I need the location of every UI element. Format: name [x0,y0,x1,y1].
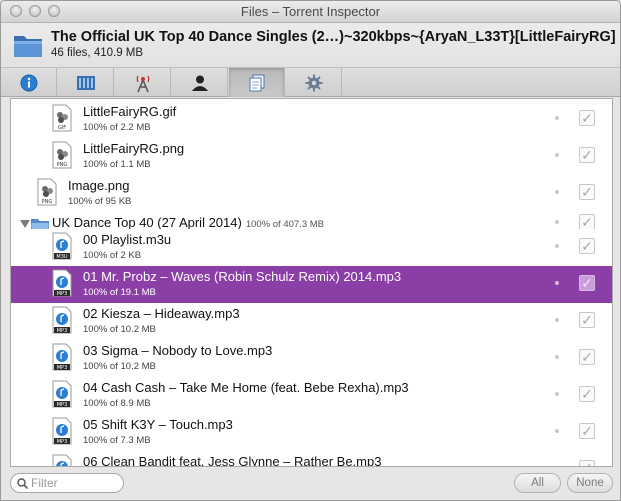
download-checkbox[interactable]: ✓ [579,423,595,439]
svg-text:MP3: MP3 [57,439,68,445]
search-icon [17,477,28,489]
tab-files[interactable] [229,68,285,97]
title-bar[interactable]: Files – Torrent Inspector [1,1,620,23]
file-name: 05 Shift K3Y – Touch.mp3 [83,417,233,432]
peers-icon [191,75,208,91]
torrent-header: The Official UK Top 40 Dance Singles (2…… [1,23,620,67]
priority-indicator[interactable] [555,355,559,359]
png-file-icon: PNG [52,141,72,169]
download-checkbox[interactable]: ✓ [579,184,595,200]
svg-text:PNG: PNG [42,199,53,205]
file-progress: 100% of 7.3 MB [83,435,151,446]
tab-pieces[interactable] [58,68,114,97]
download-checkbox[interactable]: ✓ [579,147,595,163]
download-checkbox[interactable]: ✓ [579,312,595,328]
tab-peers[interactable] [172,68,228,97]
svg-text:PNG: PNG [57,162,68,168]
file-name: 00 Playlist.m3u [83,232,172,247]
list-item[interactable]: MP3 04 Cash Cash – Take Me Home (feat. B… [11,377,612,414]
file-name: LittleFairyRG.png [83,141,185,156]
list-item-selected[interactable]: MP3 01 Mr. Probz – Waves (Robin Schulz R… [11,266,612,303]
select-all-button[interactable]: All [514,473,561,493]
file-progress: 100% of 95 KB [68,196,132,207]
mp3-file-icon: MP3 [52,417,72,445]
priority-indicator[interactable] [555,466,559,467]
mp3-file-icon: MP3 [52,269,72,297]
gear-icon [305,74,322,91]
folder-icon [14,36,42,57]
filter-input[interactable] [31,476,117,490]
file-progress: 100% of 2 KB [83,250,142,261]
file-progress: 100% of 19.1 MB [83,287,156,298]
list-item[interactable]: MP3 05 Shift K3Y – Touch.mp3 100% of 7.3… [11,414,612,451]
download-checkbox[interactable]: ✓ [579,214,595,230]
gif-file-icon: GIF [52,104,72,132]
download-checkbox[interactable]: ✓ [579,386,595,402]
list-item[interactable]: PNG LittleFairyRG.png 100% of 1.1 MB ✓ [11,138,612,175]
tab-info[interactable] [1,68,57,97]
priority-indicator[interactable] [555,153,559,157]
mp3-file-icon: MP3 [52,380,72,408]
playlist-file-icon: M3U [52,232,72,260]
mp3-file-icon: MP3 [52,306,72,334]
torrent-name: The Official UK Top 40 Dance Singles (2…… [51,29,616,45]
file-name: 06 Clean Bandit feat. Jess Glynne – Rath… [83,454,382,467]
png-file-icon: PNG [37,178,57,206]
download-checkbox[interactable]: ✓ [579,460,595,466]
select-none-button[interactable]: None [567,473,613,493]
disclosure-triangle-icon[interactable] [20,220,30,228]
filter-field[interactable] [10,473,124,493]
priority-indicator[interactable] [555,244,559,248]
svg-text:GIF: GIF [58,125,66,131]
priority-indicator[interactable] [555,281,559,285]
priority-indicator[interactable] [555,392,559,396]
file-list[interactable]: GIF LittleFairyRG.gif 100% of 2.2 MB ✓ P… [10,98,613,467]
list-item[interactable]: GIF LittleFairyRG.gif 100% of 2.2 MB ✓ [11,101,612,138]
list-item[interactable]: MP3 06 Clean Bandit feat. Jess Glynne – … [11,451,612,467]
inspector-tabs [1,67,620,97]
priority-indicator[interactable] [555,318,559,322]
file-progress: 100% of 8.9 MB [83,398,151,409]
folder-name: UK Dance Top 40 (27 April 2014) 100% of 4… [52,215,324,230]
priority-indicator[interactable] [555,429,559,433]
file-progress: 100% of 1.1 MB [83,159,151,170]
trackers-icon [136,75,149,92]
window-title: Files – Torrent Inspector [240,4,381,19]
pieces-icon [76,75,95,90]
download-checkbox[interactable]: ✓ [579,349,595,365]
svg-text:MP3: MP3 [57,291,68,297]
file-name: 01 Mr. Probz – Waves (Robin Schulz Remix… [83,269,402,284]
file-name: 02 Kiesza – Hideaway.mp3 [83,306,240,321]
tab-options[interactable] [286,68,342,97]
mp3-file-icon: MP3 [52,454,72,466]
file-name: LittleFairyRG.gif [83,104,177,119]
svg-text:MP3: MP3 [57,328,68,334]
svg-text:MP3: MP3 [57,402,68,408]
download-checkbox[interactable]: ✓ [579,238,595,254]
file-name: 03 Sigma – Nobody to Love.mp3 [83,343,273,358]
torrent-summary: 46 files, 410.9 MB [51,47,144,59]
mp3-file-icon: MP3 [52,343,72,371]
tab-trackers[interactable] [115,68,171,97]
files-icon [249,74,264,91]
file-progress: 100% of 10.2 MB [83,324,156,335]
file-progress: 100% of 2.2 MB [83,122,151,133]
download-checkbox[interactable]: ✓ [579,110,595,126]
download-checkbox[interactable]: ✓ [579,275,595,291]
priority-indicator[interactable] [555,190,559,194]
bottom-bar: All None [1,468,620,500]
list-item[interactable]: MP3 02 Kiesza – Hideaway.mp3 100% of 10.… [11,303,612,340]
list-item[interactable]: MP3 03 Sigma – Nobody to Love.mp3 100% o… [11,340,612,377]
torrent-inspector-window: Files – Torrent Inspector The Official U… [0,0,621,501]
list-item[interactable]: M3U 00 Playlist.m3u 100% of 2 KB ✓ [11,229,612,266]
priority-indicator[interactable] [555,116,559,120]
svg-text:M3U: M3U [56,254,67,260]
info-icon [20,74,37,91]
svg-text:MP3: MP3 [57,365,68,371]
file-progress: 100% of 10.2 MB [83,361,156,372]
priority-indicator[interactable] [555,220,559,224]
file-name: Image.png [68,178,130,193]
file-name: 04 Cash Cash – Take Me Home (feat. Bebe … [83,380,409,395]
